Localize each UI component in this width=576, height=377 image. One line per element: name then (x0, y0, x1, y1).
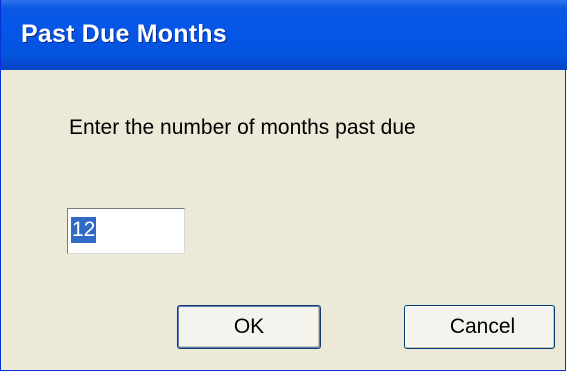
cancel-button[interactable]: Cancel (404, 305, 555, 349)
dialog-body: Enter the number of months past due 12 O… (1, 70, 565, 370)
cancel-button-label: Cancel (449, 315, 516, 338)
dialog-titlebar[interactable]: Past Due Months (1, 0, 567, 70)
dialog-title: Past Due Months (21, 20, 227, 48)
past-due-months-dialog: Past Due Months Enter the number of mont… (0, 0, 567, 371)
months-past-due-value: 12 (71, 217, 97, 243)
prompt-label: Enter the number of months past due (69, 116, 416, 139)
ok-button[interactable]: OK (177, 305, 321, 349)
months-past-due-input[interactable]: 12 (67, 208, 185, 254)
ok-button-label: OK (233, 315, 265, 338)
